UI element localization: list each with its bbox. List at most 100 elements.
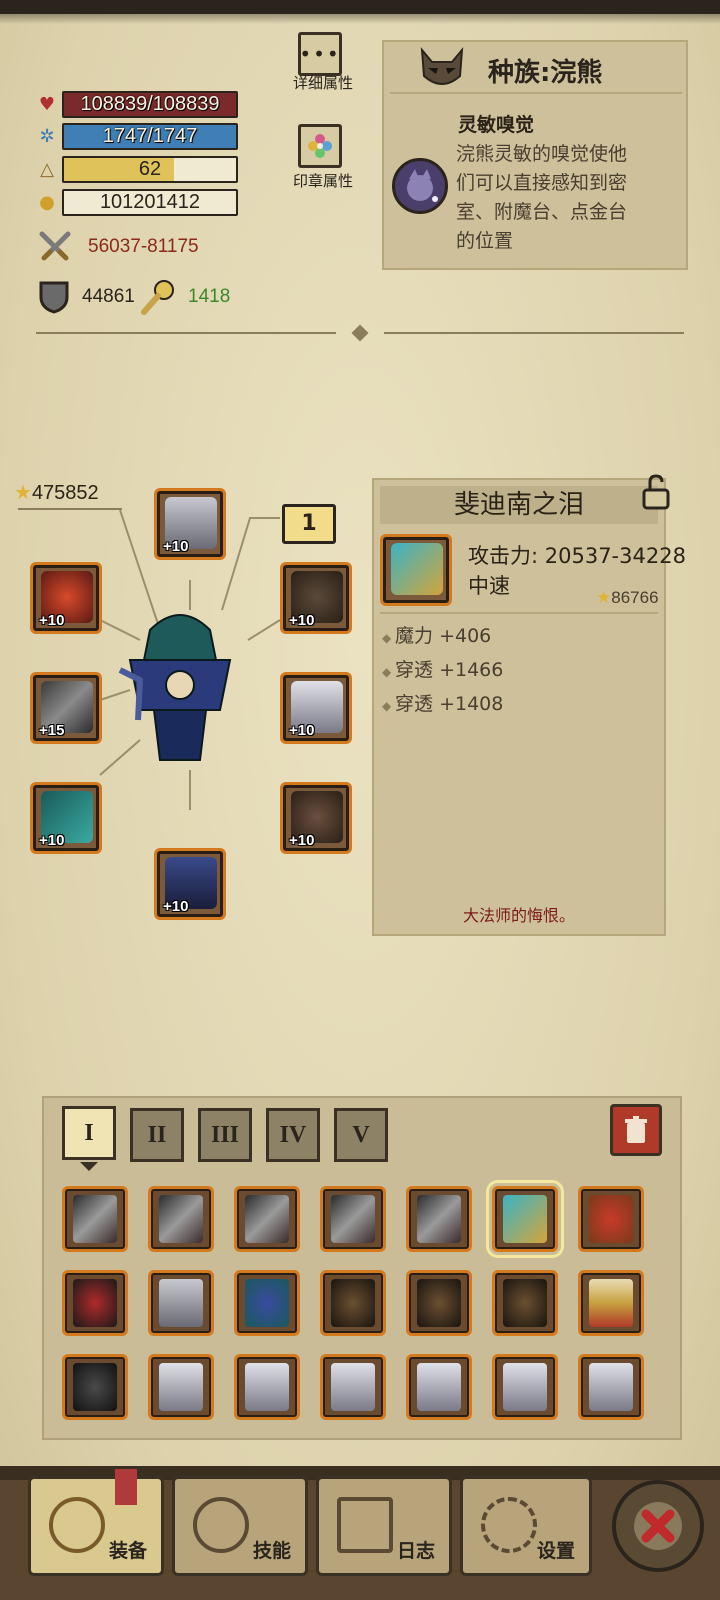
hero-character [110, 600, 250, 770]
heart-icon: ♥ [38, 93, 56, 115]
armor-slot[interactable]: +10 [30, 562, 102, 634]
inventory-tab-3[interactable]: III [198, 1108, 252, 1162]
level-row: △ 62 [36, 155, 238, 183]
gold-coins-icon: ● [39, 191, 55, 213]
slot-level: +10 [289, 722, 315, 739]
detail-attributes-button[interactable]: ••• [298, 32, 342, 76]
flower-seal-icon [308, 134, 332, 158]
shoulder-slot[interactable]: +10 [280, 672, 352, 744]
inventory-slot[interactable] [578, 1186, 644, 1252]
mp-row: ✲ 1747/1747 [36, 122, 238, 150]
slot-level: +10 [39, 832, 65, 849]
crown-helmet-icon [589, 1195, 633, 1243]
inventory-slot[interactable] [234, 1186, 300, 1252]
inventory-slot[interactable] [320, 1354, 386, 1420]
inventory-tab-5[interactable]: V [334, 1108, 388, 1162]
mp-value: 1747/1747 [102, 124, 198, 147]
winged-pauldron-icon [159, 1363, 203, 1411]
skill-rune-icon [193, 1497, 249, 1553]
inventory-slot[interactable] [320, 1270, 386, 1336]
sword-icon [245, 1195, 289, 1243]
slot-level: +15 [39, 722, 65, 739]
inventory-slot[interactable] [578, 1354, 644, 1420]
trait-desc-line: 浣熊灵敏的嗅觉使他 [456, 143, 628, 165]
inventory-slot[interactable] [148, 1186, 214, 1252]
gear-icon [481, 1497, 537, 1553]
luck-value: 1418 [188, 286, 231, 307]
bronze-armor-icon [503, 1279, 547, 1327]
necklace-slot[interactable]: +10 [280, 562, 352, 634]
inventory-tab-1[interactable]: I [62, 1106, 116, 1160]
seal-attributes-button[interactable] [298, 124, 342, 168]
inventory-slot[interactable] [234, 1354, 300, 1420]
inventory-slot[interactable] [492, 1270, 558, 1336]
slot-level: +10 [163, 538, 189, 555]
inventory-slot[interactable] [62, 1186, 128, 1252]
inventory-slot[interactable] [492, 1354, 558, 1420]
close-button[interactable] [612, 1480, 704, 1572]
nav-equip-label: 装备 [108, 1540, 147, 1562]
inventory-slot[interactable] [62, 1270, 128, 1336]
winged-pauldron-icon [331, 1363, 375, 1411]
item-attack: 攻击力: 20537-34228 [468, 544, 686, 568]
seal-attributes-label[interactable]: 印章属性 [278, 170, 368, 191]
trash-button[interactable] [610, 1104, 662, 1156]
detail-attributes-label[interactable]: 详细属性 [278, 72, 368, 93]
slot-level: +10 [163, 898, 189, 915]
level-value: 62 [138, 157, 162, 180]
boots-slot[interactable]: +10 [154, 848, 226, 920]
gold-value: 101201412 [99, 190, 201, 213]
item-flavor-text: 大法师的悔恨。 [462, 906, 575, 925]
inventory-slot[interactable] [62, 1354, 128, 1420]
teal-armor-icon [245, 1279, 289, 1327]
hp-bar: 108839/108839 [62, 90, 238, 118]
inventory-slot[interactable] [578, 1270, 644, 1336]
winged-pauldron-icon [503, 1363, 547, 1411]
inventory-slot[interactable] [406, 1270, 472, 1336]
mp-bar: 1747/1747 [62, 122, 238, 150]
equipment-page-badge[interactable]: 1 [282, 504, 336, 544]
inventory-slot-selected[interactable] [486, 1180, 564, 1258]
hp-row: ♥ 108839/108839 [36, 90, 238, 118]
weapon-slot[interactable]: +15 [30, 672, 102, 744]
inventory-slot[interactable] [148, 1270, 214, 1336]
cloak-slot[interactable]: +10 [280, 782, 352, 854]
gold-bar: 101201412 [62, 188, 238, 216]
luck-key-icon [138, 278, 178, 316]
winged-pauldron-icon [245, 1363, 289, 1411]
keen-smell-skill-icon [392, 158, 448, 214]
inventory-slot[interactable] [406, 1354, 472, 1420]
inventory-tab-4[interactable]: IV [266, 1108, 320, 1162]
inventory-tab-2[interactable]: II [130, 1108, 184, 1162]
xp-bar: 62 [62, 155, 238, 183]
nav-settings-button[interactable]: 设置 [460, 1476, 592, 1576]
scroll-icon [337, 1497, 393, 1553]
axe-icon [49, 1497, 105, 1553]
item-affixes: ◆ 魔力 +406 ◆ 穿透 +1466 ◆ 穿透 +1408 [382, 620, 503, 722]
helmet-icon [159, 1279, 203, 1327]
inventory-slot[interactable] [320, 1186, 386, 1252]
close-icon [634, 1502, 682, 1550]
section-divider [36, 324, 684, 342]
mana-icon: ✲ [39, 125, 55, 147]
helmet-slot[interactable]: +10 [154, 488, 226, 560]
slot-level: +10 [39, 612, 65, 629]
staff-icon [503, 1195, 547, 1243]
gloves-slot[interactable]: +10 [30, 782, 102, 854]
sword-icon [331, 1195, 375, 1243]
item-speed: 中速 [468, 574, 510, 598]
nav-skills-button[interactable]: 技能 [172, 1476, 308, 1576]
bronze-armor-icon [417, 1279, 461, 1327]
trait-desc-line: 们可以直接感知到密 [456, 172, 628, 194]
slot-level: +10 [289, 832, 315, 849]
inventory-slot[interactable] [148, 1354, 214, 1420]
nav-equip-button[interactable]: 装备 [28, 1469, 164, 1576]
top-border [0, 0, 720, 24]
nav-settings-label: 设置 [536, 1540, 575, 1562]
inventory-slot[interactable] [234, 1270, 300, 1336]
item-score: ★86766 [596, 588, 659, 608]
unlock-icon[interactable] [636, 472, 676, 512]
inventory-slot[interactable] [406, 1186, 472, 1252]
winged-pauldron-icon [589, 1363, 633, 1411]
nav-log-button[interactable]: 日志 [316, 1476, 452, 1576]
